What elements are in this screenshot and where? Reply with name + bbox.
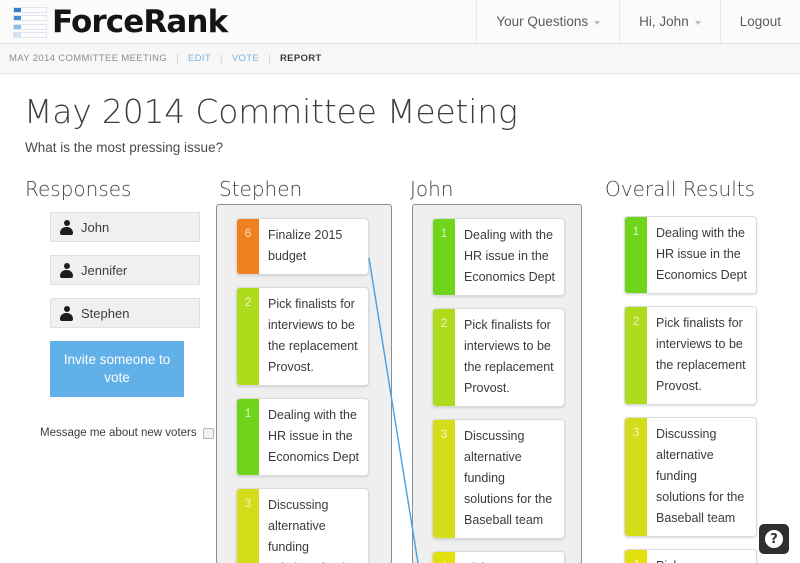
rank-card-text: Discussing alternative funding solutions… xyxy=(455,420,564,538)
brand-logo[interactable]: ForceRank xyxy=(0,0,227,44)
rank-card[interactable]: 1Dealing with the HR issue in the Econom… xyxy=(624,216,757,294)
nav-user-menu-label: Hi, John xyxy=(639,14,689,29)
rank-badge: 2 xyxy=(237,288,259,385)
rank-badge: 2 xyxy=(625,307,647,404)
page-title: May 2014 Committee Meeting xyxy=(24,92,518,131)
forcerank-list-logo-icon xyxy=(13,7,47,39)
person-icon xyxy=(60,263,73,278)
rank-card-text: Pick finalists for interviews to be the … xyxy=(259,288,368,385)
rank-card[interactable]: 6Finalize 2015 budget xyxy=(236,218,369,275)
breadcrumb-link-report[interactable]: REPORT xyxy=(280,53,322,64)
breadcrumb-link-edit[interactable]: EDIT xyxy=(188,53,211,64)
page-subtitle: What is the most pressing issue? xyxy=(25,140,223,155)
chevron-down-icon xyxy=(594,21,600,25)
voter-name: Jennifer xyxy=(81,263,127,278)
rank-badge: 6 xyxy=(237,219,259,274)
rank-card[interactable]: 2Pick finalists for interviews to be the… xyxy=(624,306,757,405)
notify-new-voters-label: Message me about new voters xyxy=(40,427,197,439)
rank-card[interactable]: 2Pick finalists for interviews to be the… xyxy=(236,287,369,386)
column-heading-overall-results: Overall Results xyxy=(605,177,755,201)
rank-badge: 3 xyxy=(237,489,259,563)
voter-name: Stephen xyxy=(81,306,129,321)
rank-card-text: Pick commencement speaker xyxy=(455,552,564,563)
forcerank-report-page: ForceRank Your Questions Hi, John Logout… xyxy=(0,0,800,563)
help-button[interactable]: ? xyxy=(759,524,789,554)
breadcrumb-separator: | xyxy=(268,53,271,64)
person-icon xyxy=(60,220,73,235)
card-list-overall-results: 1Dealing with the HR issue in the Econom… xyxy=(624,216,768,563)
nav-logout-label: Logout xyxy=(740,14,781,29)
question-mark-icon: ? xyxy=(765,530,783,548)
invite-someone-to-vote-button[interactable]: Invite someone to vote xyxy=(50,341,184,397)
card-list-john: 1Dealing with the HR issue in the Econom… xyxy=(413,205,581,563)
rank-card-text: Dealing with the HR issue in the Economi… xyxy=(647,217,756,293)
breadcrumb: MAY 2014 COMMITTEE MEETING | EDIT | VOTE… xyxy=(0,44,800,74)
rank-card[interactable]: 1Dealing with the HR issue in the Econom… xyxy=(236,398,369,476)
column-heading-john: John xyxy=(410,177,454,201)
card-list-stephen: 6Finalize 2015 budget2Pick finalists for… xyxy=(217,205,391,563)
rank-card[interactable]: 4Pick commencement speaker xyxy=(432,551,565,563)
rank-card-text: Dealing with the HR issue in the Economi… xyxy=(455,219,564,295)
responses-heading: Responses xyxy=(25,177,131,201)
nav-user-menu[interactable]: Hi, John xyxy=(619,0,720,44)
rank-card[interactable]: 3Discussing alternative funding solution… xyxy=(624,417,757,537)
breadcrumb-link-vote[interactable]: VOTE xyxy=(232,53,259,64)
nav-logout[interactable]: Logout xyxy=(720,0,800,44)
rank-badge: 1 xyxy=(625,217,647,293)
notify-new-voters-checkbox[interactable] xyxy=(203,428,214,439)
rank-badge: 2 xyxy=(433,309,455,406)
vote-column-john: 1Dealing with the HR issue in the Econom… xyxy=(412,204,582,563)
rank-card-text: Discussing alternative funding solutions… xyxy=(259,489,368,563)
breadcrumb-separator: | xyxy=(220,53,223,64)
rank-badge: 4 xyxy=(433,552,455,563)
person-icon xyxy=(60,306,73,321)
responses-panel: John Jennifer Stephen Invite someone to … xyxy=(50,212,200,397)
breadcrumb-separator: | xyxy=(176,53,179,64)
rank-badge: 4 xyxy=(625,550,647,563)
rank-card[interactable]: 2Pick finalists for interviews to be the… xyxy=(432,308,565,407)
brand-name: ForceRank xyxy=(52,5,227,39)
rank-card[interactable]: 1Dealing with the HR issue in the Econom… xyxy=(432,218,565,296)
top-header-bar: ForceRank Your Questions Hi, John Logout xyxy=(0,0,800,44)
top-nav: Your Questions Hi, John Logout xyxy=(476,0,800,44)
rank-card-text: Dealing with the HR issue in the Economi… xyxy=(259,399,368,475)
nav-your-questions-label: Your Questions xyxy=(496,14,588,29)
rank-card[interactable]: 3Discussing alternative funding solution… xyxy=(236,488,369,563)
vote-column-overall-results: 1Dealing with the HR issue in the Econom… xyxy=(624,216,768,563)
rank-card[interactable]: 3Discussing alternative funding solution… xyxy=(432,419,565,539)
rank-card-text: Discussing alternative funding solutions… xyxy=(647,418,756,536)
rank-card-text: Finalize 2015 budget xyxy=(259,219,368,274)
voter-name: John xyxy=(81,220,109,235)
breadcrumb-context: MAY 2014 COMMITTEE MEETING xyxy=(9,53,167,64)
voter-row[interactable]: Jennifer xyxy=(50,255,200,285)
rank-badge: 1 xyxy=(433,219,455,295)
rank-badge: 3 xyxy=(625,418,647,536)
rank-card-text: Pick finalists for interviews to be the … xyxy=(455,309,564,406)
rank-card[interactable]: 4Pick commencement speaker xyxy=(624,549,757,563)
column-heading-stephen: Stephen xyxy=(219,177,302,201)
rank-card-text: Pick commencement speaker xyxy=(647,550,756,563)
rank-badge: 1 xyxy=(237,399,259,475)
rank-card-text: Pick finalists for interviews to be the … xyxy=(647,307,756,404)
voter-row[interactable]: Stephen xyxy=(50,298,200,328)
nav-your-questions[interactable]: Your Questions xyxy=(476,0,619,44)
chevron-down-icon xyxy=(695,21,701,25)
notify-new-voters-row: Message me about new voters xyxy=(40,427,214,439)
vote-column-stephen: 6Finalize 2015 budget2Pick finalists for… xyxy=(216,204,392,563)
voter-row[interactable]: John xyxy=(50,212,200,242)
rank-badge: 3 xyxy=(433,420,455,538)
